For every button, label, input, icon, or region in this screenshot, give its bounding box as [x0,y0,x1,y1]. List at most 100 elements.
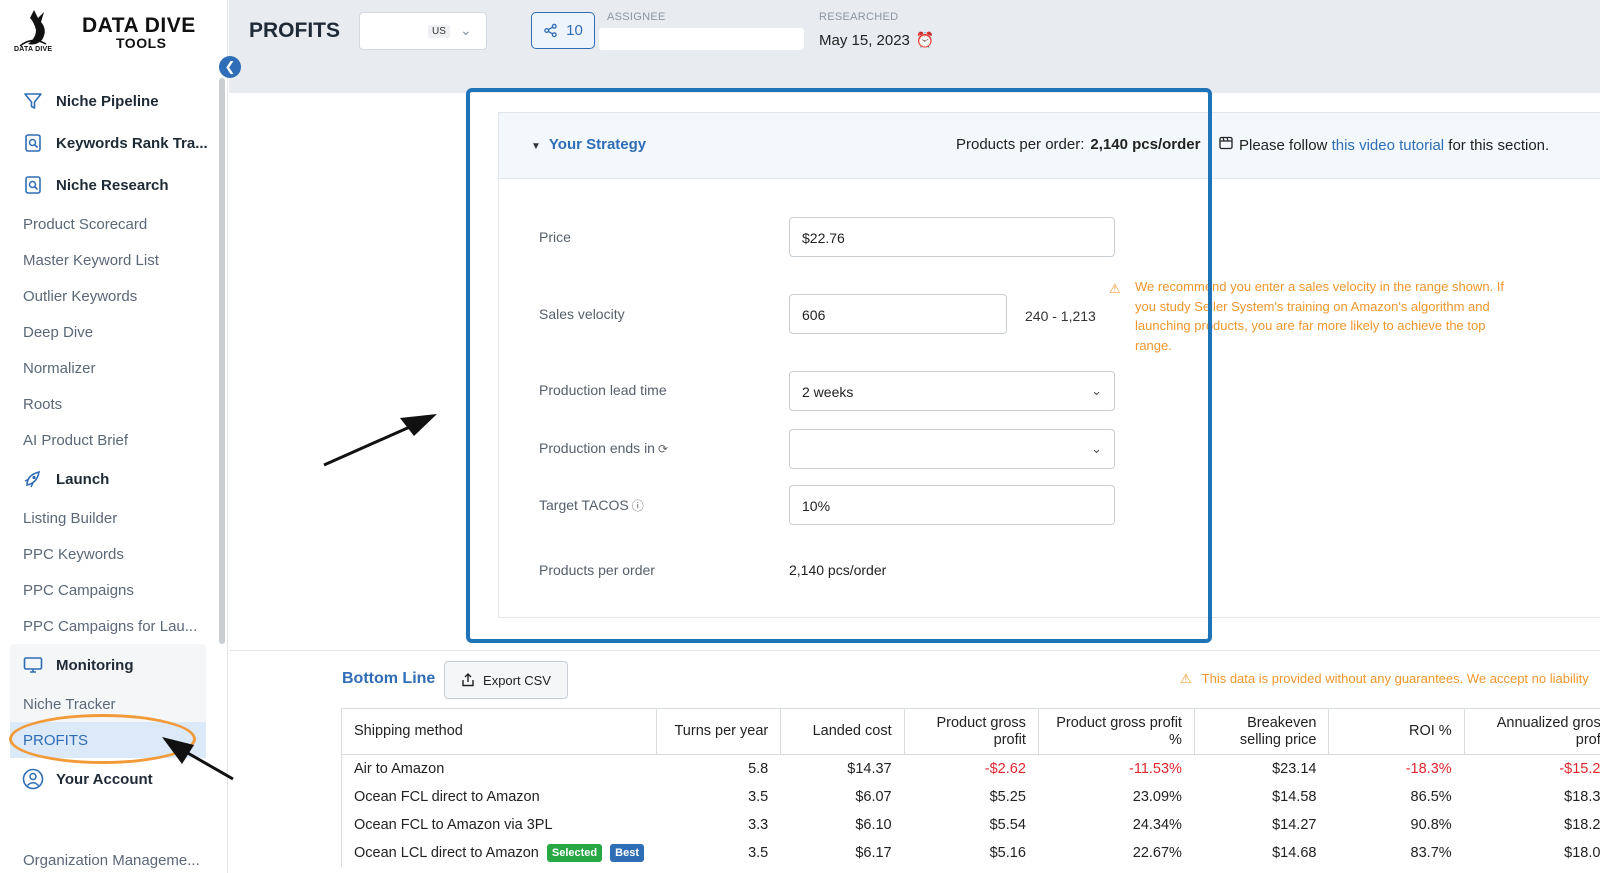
table-row[interactable]: Ocean LCL direct to Amazon Selected Best… [341,838,1600,867]
table-row[interactable]: Ocean FCL direct to Amazon 3.5 $6.07 $5.… [341,782,1600,811]
researched-date: May 15, 2023 ⏰ [819,31,935,50]
share-count: 10 [566,22,583,39]
cell-roi: 90.8% [1328,810,1465,839]
cell-turns: 3.5 [655,782,781,811]
share-icon [544,23,557,38]
logo-mark-text: DATA DIVE [14,46,53,53]
sidebar-item-ai-product-brief[interactable]: AI Product Brief [0,422,212,458]
cell-annualized: $18.39 [1463,782,1600,811]
cell-turns: 3.5 [655,838,781,867]
column-header[interactable]: Landed cost [780,708,905,755]
sidebar-item-organization-management[interactable]: Organization Manageme... [23,852,213,869]
strategy-toggle[interactable]: ▼ Your Strategy [531,136,646,153]
logo[interactable]: DATA DIVE DATA DIVE TOOLS [14,8,214,60]
target-tacos-value: 10% [802,498,831,514]
sales-velocity-input[interactable]: 606 [789,294,1007,334]
sidebar-item-label: Keywords Rank Tra... [56,134,208,152]
export-csv-label: Export CSV [483,672,551,688]
market-flag: US [428,25,450,38]
production-lead-time-label: Production lead time [539,382,667,398]
price-input[interactable]: $22.76 [789,217,1115,257]
page-header: PROFITS US ⌄ 10 ASSIGNEE RESEARCHED May … [229,0,1600,93]
sidebar-item-launch[interactable]: Launch [0,458,212,500]
column-header[interactable]: ROI % [1328,708,1465,755]
cell-gross-profit-pct: 22.67% [1037,838,1195,867]
assignee-input[interactable] [599,28,804,50]
chevron-down-icon: ⌄ [1091,441,1102,456]
strategy-title: Your Strategy [548,136,647,153]
monitor-icon [22,654,44,676]
production-lead-time-select[interactable]: 2 weeks ⌄ [789,371,1115,411]
sidebar-item-label: Launch [56,470,110,488]
sidebar-item-monitoring[interactable]: Monitoring [10,644,206,686]
sidebar-item-product-scorecard[interactable]: Product Scorecard [0,206,212,242]
sidebar-item-deep-dive[interactable]: Deep Dive [0,314,212,350]
cell-breakeven: $14.58 [1193,782,1329,811]
alarm-clock-icon[interactable]: ⏰ [916,31,935,49]
cell-gross-profit: $5.54 [903,810,1039,839]
sidebar-item-your-account[interactable]: Your Account [0,758,212,800]
products-per-order-label: Products per order [539,562,655,578]
selected-badge: Selected [546,843,603,862]
ppo-summary-label: Products per order: [956,136,1085,153]
sidebar-item-label: Niche Research [56,176,169,194]
tutorial-note: Please follow this video tutorial for th… [1219,136,1549,154]
sales-velocity-range: 240 - 1,213 [1025,308,1096,324]
sidebar-item-label: Monitoring [56,656,134,674]
production-ends-label: Production ends in ⟳ [539,440,668,456]
chevron-down-icon: ⌄ [460,22,472,38]
sidebar-item-niche-research[interactable]: Niche Research [0,164,212,206]
cell-gross-profit: $5.16 [903,838,1039,867]
target-tacos-input[interactable]: 10% [789,485,1115,525]
video-tutorial-link[interactable]: this video tutorial [1332,137,1445,154]
cell-turns: 3.3 [655,810,781,839]
price-label: Price [539,229,571,245]
sidebar-item-label: Your Account [56,770,153,788]
cell-breakeven: $14.27 [1193,810,1329,839]
sidebar-item-niche-pipeline[interactable]: Niche Pipeline [0,80,212,122]
chevron-left-icon: ❮ [224,59,236,74]
sidebar-item-roots[interactable]: Roots [0,386,212,422]
sidebar-item-master-keyword-list[interactable]: Master Keyword List [0,242,212,278]
sidebar-item-niche-tracker[interactable]: Niche Tracker [10,686,206,722]
help-circle-icon[interactable]: ⓘ [632,499,644,513]
sidebar-item-keywords-rank-tracker[interactable]: Keywords Rank Tra... [0,122,212,164]
column-header[interactable]: Turns per year [655,708,782,755]
export-icon [462,673,474,687]
production-ends-select[interactable]: ⌄ [789,429,1115,469]
magnify-doc-icon [22,132,44,154]
table-header-row: Shipping method Turns per year Landed co… [341,708,1600,755]
cell-gross-profit-pct: 24.34% [1037,810,1195,839]
sidebar-item-ppc-campaigns-launch[interactable]: PPC Campaigns for Lau... [0,608,212,644]
column-header[interactable]: Breakeven selling price [1193,708,1330,755]
sidebar-item-listing-builder[interactable]: Listing Builder [0,500,212,536]
share-button[interactable]: 10 [531,12,595,49]
sidebar-item-ppc-campaigns[interactable]: PPC Campaigns [0,572,212,608]
table-row[interactable]: Ocean FCL to Amazon via 3PL 3.3 $6.10 $5… [341,810,1600,839]
marketplace-select[interactable]: US ⌄ [359,12,487,50]
export-csv-button[interactable]: Export CSV [444,661,568,699]
column-header[interactable]: Annualized gross profit [1463,708,1600,755]
cell-roi: -18.3% [1328,754,1465,783]
table-row[interactable]: Air to Amazon 5.8 $14.37 -$2.62 -11.53% … [341,754,1600,783]
column-header[interactable]: Shipping method [341,708,657,755]
user-circle-icon [22,768,44,790]
cell-landed: $14.37 [780,754,905,783]
collapse-sidebar-button[interactable]: ❮ [219,56,241,78]
column-header[interactable]: Product gross profit [903,708,1039,755]
cell-annualized: -$15.22 [1463,754,1600,783]
cell-roi: 83.7% [1328,838,1465,867]
sidebar-item-ppc-keywords[interactable]: PPC Keywords [0,536,212,572]
sidebar-item-profits[interactable]: PROFITS [10,722,206,758]
sidebar-scrollbar[interactable] [219,78,225,644]
cell-landed: $6.17 [780,838,905,867]
sidebar-item-normalizer[interactable]: Normalizer [0,350,212,386]
video-icon [1219,136,1233,154]
warning-icon: ⚠ [1109,281,1121,296]
products-per-order-value: 2,140 pcs/order [789,562,887,578]
column-header[interactable]: Product gross profit % [1037,708,1195,755]
ppo-summary-value: 2,140 pcs/order [1090,136,1201,153]
velocity-warning: ⚠ We recommend you enter a sales velocit… [1109,277,1505,355]
strategy-panel: ▼ Your Strategy Products per order: 2,140 … [498,112,1600,618]
sidebar-item-outlier-keywords[interactable]: Outlier Keywords [0,278,212,314]
